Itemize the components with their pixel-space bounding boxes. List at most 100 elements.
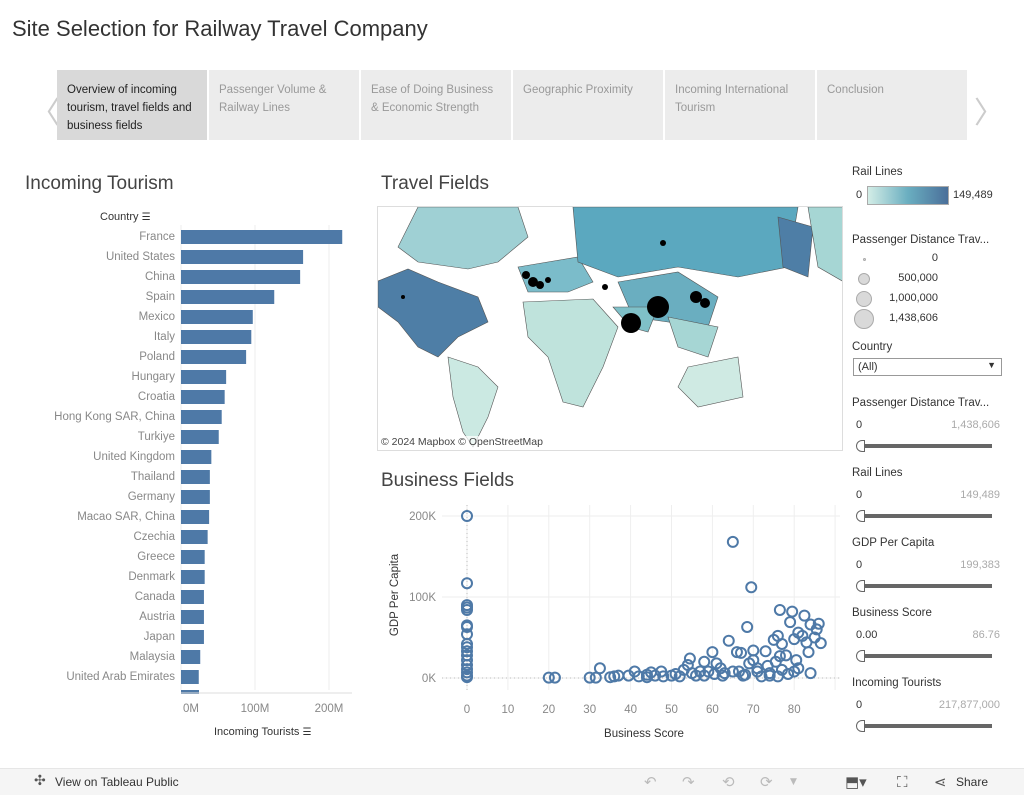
- bar[interactable]: [181, 270, 301, 284]
- passenger-distance-marker[interactable]: [401, 295, 405, 299]
- slider-track[interactable]: [860, 654, 992, 658]
- bar-axis-title[interactable]: Incoming Tourists ☰: [214, 726, 311, 738]
- scatter-point[interactable]: [780, 649, 793, 662]
- bar[interactable]: [181, 470, 210, 484]
- bar[interactable]: [181, 450, 212, 464]
- scatter-point[interactable]: [804, 667, 817, 680]
- scatter-point[interactable]: [593, 662, 606, 675]
- scatter-point[interactable]: [698, 655, 711, 668]
- scatter-point[interactable]: [814, 637, 827, 650]
- bar[interactable]: [181, 490, 210, 504]
- bar[interactable]: [181, 230, 343, 244]
- travel-fields-map[interactable]: [377, 206, 843, 451]
- range-slider[interactable]: [856, 510, 992, 522]
- scatter-point[interactable]: [745, 581, 758, 594]
- tab-label: Overview of incoming tourism, travel fie…: [67, 84, 192, 132]
- bar[interactable]: [181, 370, 227, 384]
- bar[interactable]: [181, 590, 204, 604]
- rail-color-ramp: [867, 186, 949, 205]
- incoming-tourism-heading: Incoming Tourism: [25, 173, 174, 194]
- bar[interactable]: [181, 290, 275, 304]
- y-tick-label: 200K: [409, 511, 436, 523]
- share-icon[interactable]: ⋖: [934, 773, 947, 791]
- download-icon[interactable]: ⬒▾: [845, 773, 867, 791]
- bar[interactable]: [181, 390, 225, 404]
- bar[interactable]: [181, 670, 199, 684]
- scatter-point[interactable]: [802, 646, 815, 659]
- scatter-point[interactable]: [798, 609, 811, 622]
- scatter-point[interactable]: [786, 605, 799, 618]
- bar[interactable]: [181, 570, 205, 584]
- bar[interactable]: [181, 410, 222, 424]
- bar-label: Greece: [137, 551, 175, 563]
- scatter-point[interactable]: [775, 637, 788, 650]
- scatter-point[interactable]: [726, 535, 739, 548]
- fullscreen-icon[interactable]: ⛶: [897, 773, 908, 791]
- range-slider[interactable]: [856, 440, 992, 452]
- country-filter-dropdown[interactable]: (All) ▼: [853, 358, 1002, 376]
- caret-down-icon[interactable]: ▼: [790, 777, 797, 787]
- redo-icon[interactable]: ↷: [682, 773, 695, 791]
- view-on-tableau-public-link[interactable]: View on Tableau Public: [55, 775, 179, 789]
- passenger-distance-marker[interactable]: [545, 277, 551, 283]
- passenger-distance-marker[interactable]: [690, 291, 702, 303]
- tab-2[interactable]: Passenger Volume & Railway Lines: [209, 70, 359, 140]
- refresh-icon[interactable]: ⟳: [760, 773, 773, 791]
- sort-icon[interactable]: ☰: [302, 727, 311, 738]
- passenger-distance-marker[interactable]: [660, 240, 666, 246]
- scatter-point[interactable]: [722, 634, 735, 647]
- map-attribution[interactable]: © 2024 Mapbox © OpenStreetMap: [381, 436, 543, 448]
- chevron-right-icon[interactable]: 〉: [974, 88, 1004, 132]
- tab-5[interactable]: Incoming International Tourism: [665, 70, 815, 140]
- range-slider[interactable]: [856, 580, 992, 592]
- scatter-point[interactable]: [773, 603, 786, 616]
- scatter-point[interactable]: [759, 645, 772, 658]
- slider-handle[interactable]: [856, 720, 865, 732]
- tab-label: Geographic Proximity: [523, 84, 633, 96]
- sort-icon[interactable]: ☰: [142, 212, 151, 223]
- country-header[interactable]: Country ☰: [100, 211, 151, 223]
- tab-6[interactable]: Conclusion: [817, 70, 967, 140]
- country-shape[interactable]: [572, 207, 799, 278]
- slider-min: 0: [856, 489, 863, 501]
- scatter-point[interactable]: [683, 652, 696, 665]
- slider-track[interactable]: [860, 444, 992, 448]
- bar[interactable]: [181, 630, 204, 644]
- passenger-distance-marker[interactable]: [700, 298, 710, 308]
- passenger-distance-marker[interactable]: [621, 313, 641, 333]
- slider-handle[interactable]: [856, 510, 865, 522]
- tab-3[interactable]: Ease of Doing Business & Economic Streng…: [361, 70, 511, 140]
- passenger-distance-marker[interactable]: [647, 296, 669, 318]
- tab-4[interactable]: Geographic Proximity: [513, 70, 663, 140]
- range-slider[interactable]: [856, 650, 992, 662]
- passenger-distance-marker[interactable]: [602, 284, 608, 290]
- bar[interactable]: [181, 330, 252, 344]
- scatter-point[interactable]: [741, 620, 754, 633]
- slider-track[interactable]: [860, 584, 992, 588]
- bar[interactable]: [181, 250, 304, 264]
- passenger-distance-marker[interactable]: [536, 281, 544, 289]
- bar[interactable]: [181, 430, 219, 444]
- bar[interactable]: [181, 350, 247, 364]
- bar[interactable]: [181, 650, 201, 664]
- passenger-distance-marker[interactable]: [522, 271, 530, 279]
- slider-handle[interactable]: [856, 650, 865, 662]
- undo-icon[interactable]: ↶: [644, 773, 657, 791]
- x-tick-label: 20: [542, 704, 555, 716]
- range-slider[interactable]: [856, 720, 992, 732]
- bar[interactable]: [181, 510, 210, 524]
- chevron-left-icon[interactable]: 〈: [30, 88, 60, 132]
- business-fields-heading: Business Fields: [381, 470, 515, 491]
- revert-icon[interactable]: ⟲: [722, 773, 735, 791]
- bar[interactable]: [181, 310, 253, 324]
- bar[interactable]: [181, 550, 205, 564]
- slider-track[interactable]: [860, 724, 992, 728]
- slider-handle[interactable]: [856, 580, 865, 592]
- bar[interactable]: [181, 610, 204, 624]
- slider-track[interactable]: [860, 514, 992, 518]
- scatter-point[interactable]: [784, 616, 797, 629]
- bar[interactable]: [181, 530, 208, 544]
- slider-handle[interactable]: [856, 440, 865, 452]
- share-button[interactable]: Share: [956, 775, 988, 789]
- tab-1[interactable]: Overview of incoming tourism, travel fie…: [57, 70, 207, 140]
